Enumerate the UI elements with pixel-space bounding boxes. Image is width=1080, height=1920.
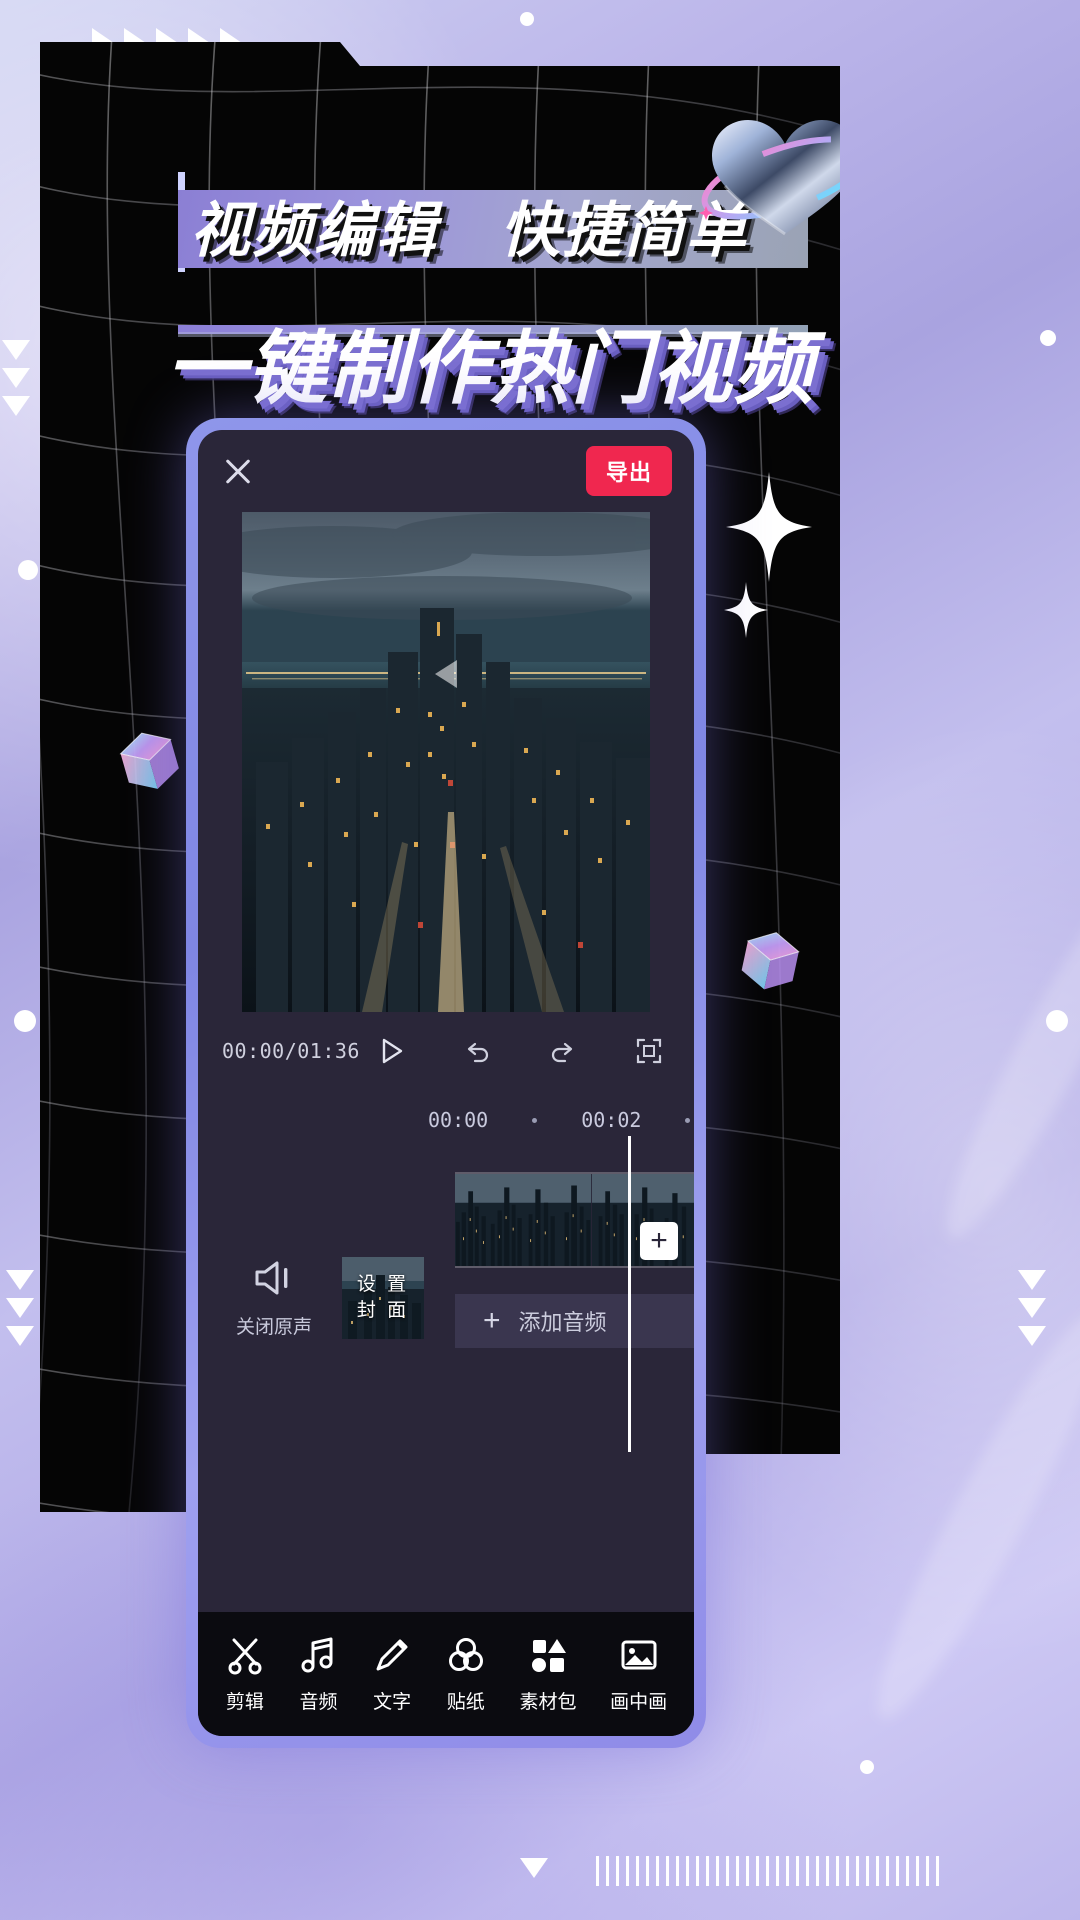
timeline-playhead[interactable]: [628, 1136, 631, 1452]
video-preview[interactable]: [242, 512, 650, 1012]
clip-frame: [489, 1174, 524, 1266]
play-triangle-icon: [435, 660, 457, 688]
ruler-mark: 00:02: [581, 1108, 642, 1132]
app-bottom-toolbar: 剪辑 音频 文字 贴纸 素材包 画中画: [198, 1612, 694, 1736]
fullscreen-icon[interactable]: [632, 1034, 666, 1068]
timeline-ruler: 00:00 00:02: [198, 1092, 694, 1148]
tool-label: 音频: [299, 1691, 338, 1713]
export-button[interactable]: 导出: [585, 446, 672, 496]
ruler-mark: 00:00: [428, 1108, 489, 1132]
set-cover-label: 设 置封 面: [356, 1274, 410, 1321]
add-clip-button[interactable]: +: [640, 1222, 678, 1260]
sparkle-star-small-icon: [724, 582, 768, 643]
add-audio-label: 添加音频: [518, 1310, 607, 1335]
tool-sticker[interactable]: 贴纸: [446, 1635, 486, 1714]
phone-mockup: 导出 00:00/01:36 00:00 00:02 关闭原声 设 置 封 面 …: [186, 418, 706, 1748]
mute-original-audio-button[interactable]: 关闭原声: [236, 1258, 312, 1339]
play-icon[interactable]: [374, 1034, 408, 1068]
video-preview-container: [198, 512, 694, 1012]
dot-decoration: [1040, 330, 1056, 346]
triangle-column-decoration: [2, 340, 30, 416]
speaker-mute-icon: [255, 1261, 288, 1294]
picture-in-picture-icon: [621, 1640, 657, 1669]
city-skyline-image: [242, 512, 650, 1012]
tool-picture-in-picture[interactable]: 画中画: [610, 1635, 667, 1714]
timeline-left-tools: 关闭原声 设 置封 面: [198, 1148, 452, 1448]
sparkle-star-icon: [726, 472, 812, 587]
clip-frame: [523, 1174, 558, 1266]
app-top-bar: 导出: [198, 430, 694, 512]
mute-label: 关闭原声: [236, 1316, 313, 1338]
time-code-label: 00:00/01:36: [222, 1039, 360, 1063]
sticker-circles-icon: [448, 1637, 483, 1671]
add-audio-track[interactable]: + 添加音频: [455, 1294, 694, 1348]
app-screen: 导出 00:00/01:36 00:00 00:02 关闭原声 设 置 封 面 …: [198, 430, 694, 1736]
ruler-dot: [532, 1117, 538, 1123]
clip-frame: [591, 1174, 626, 1266]
timeline-panel: 00:00 00:02 关闭原声 设 置 封 面 + + 添加音频: [198, 1092, 694, 1522]
triangle-column-decoration: [1018, 1270, 1046, 1346]
iridescent-cube-icon: [730, 922, 800, 992]
tool-label: 素材包: [519, 1691, 577, 1713]
redo-icon[interactable]: [546, 1034, 580, 1068]
tool-clip[interactable]: 剪辑: [225, 1635, 265, 1714]
shapes-icon: [531, 1638, 566, 1672]
triangle-column-decoration: [6, 1270, 34, 1346]
tool-audio[interactable]: 音频: [298, 1635, 338, 1714]
dot-decoration: [18, 560, 38, 580]
tool-label: 画中画: [610, 1691, 668, 1713]
dot-decoration: [520, 12, 534, 26]
undo-icon[interactable]: [460, 1034, 494, 1068]
ruler-dot: [685, 1117, 691, 1123]
set-cover-thumbnail[interactable]: 设 置封 面: [342, 1257, 425, 1339]
hatch-decoration: [596, 1856, 939, 1886]
timeline-tracks: + + 添加音频: [452, 1148, 694, 1448]
dot-decoration: [1046, 1010, 1068, 1032]
tool-label: 文字: [373, 1691, 412, 1713]
chrome-heart-icon: [690, 102, 840, 252]
iridescent-cube-icon: [110, 722, 180, 792]
music-note-icon: [301, 1637, 333, 1672]
dot-decoration: [14, 1010, 36, 1032]
triangle-decoration: [520, 1858, 548, 1878]
page-title-secondary: 一键制作热门视频: [166, 322, 814, 415]
tool-label: 贴纸: [446, 1691, 485, 1713]
close-icon[interactable]: [220, 453, 256, 489]
video-clip-track[interactable]: +: [455, 1172, 694, 1268]
dot-decoration: [860, 1760, 874, 1774]
tool-label: 剪辑: [225, 1691, 264, 1713]
clip-frame: [455, 1174, 490, 1266]
tool-text[interactable]: 文字: [372, 1635, 412, 1714]
tool-material-pack[interactable]: 素材包: [519, 1635, 576, 1714]
plus-icon: +: [483, 1304, 501, 1337]
pencil-icon: [376, 1639, 408, 1670]
player-controls: 00:00/01:36: [198, 1012, 694, 1090]
clip-frame: [557, 1174, 592, 1266]
scissors-icon: [228, 1638, 262, 1674]
